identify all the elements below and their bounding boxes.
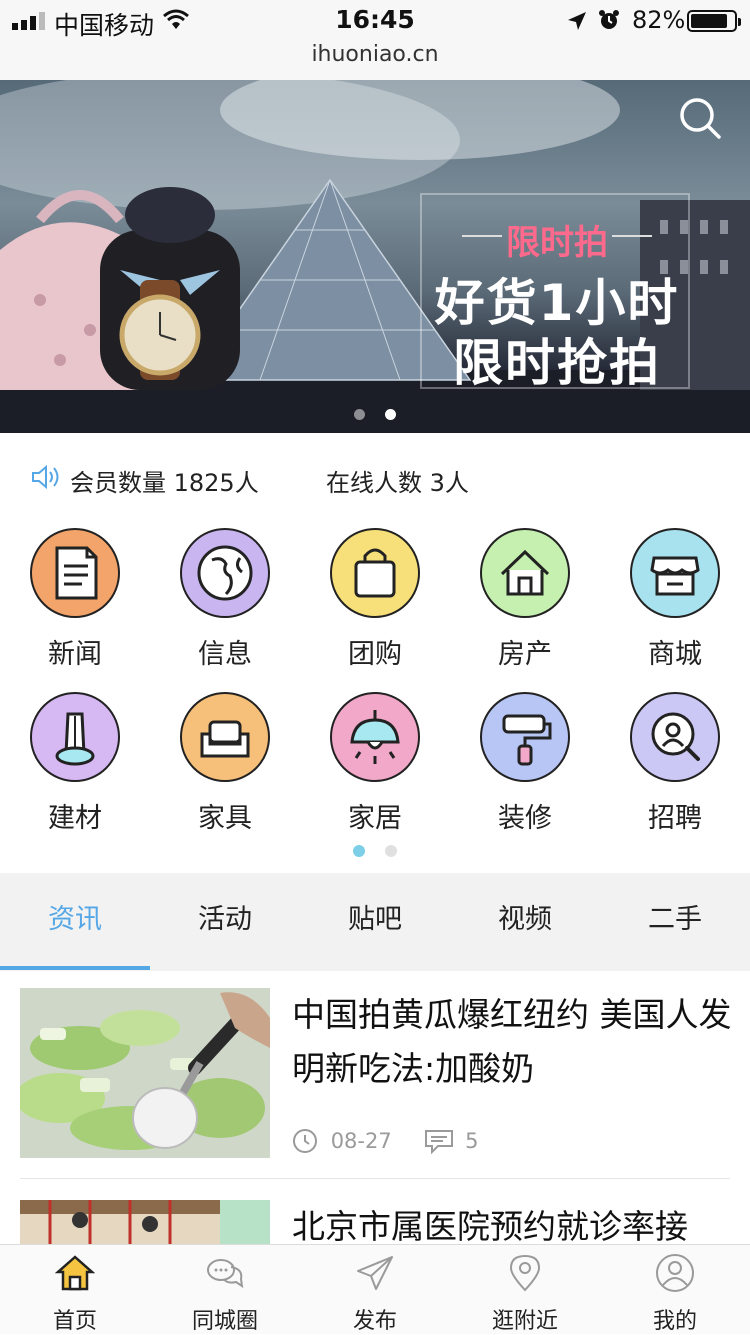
status-bar: 中国移动 16:45 ihuoniao.cn 82%: [0, 0, 750, 80]
category-building-material[interactable]: 建材: [0, 684, 150, 844]
nav-label: 发布: [352, 1309, 397, 1334]
category-furniture[interactable]: 家具: [150, 684, 300, 844]
nav-label: 逛附近: [491, 1309, 558, 1334]
nav-home[interactable]: 首页: [0, 1245, 150, 1335]
search-icon[interactable]: [678, 96, 722, 140]
category-decoration[interactable]: 装修: [450, 684, 600, 844]
globe-icon: [180, 528, 270, 618]
content-tabs: 资讯 活动 贴吧 视频 二手: [0, 873, 750, 971]
news-item[interactable]: 中国拍黄瓜爆红纽约 美国人发明新吃法:加酸奶 08-27 5: [20, 988, 732, 1163]
category-label: 商城: [648, 639, 702, 670]
lamp-icon: [330, 692, 420, 782]
nav-label: 首页: [52, 1309, 97, 1334]
nav-label: 我的: [652, 1309, 697, 1334]
nav-profile[interactable]: 我的: [600, 1245, 750, 1335]
banner-dot[interactable]: [354, 409, 365, 420]
category-pagination: [0, 842, 750, 861]
shopping-bag-icon: [330, 528, 420, 618]
category-label: 建材: [48, 803, 102, 834]
category-home[interactable]: 家居: [300, 684, 450, 844]
category-label: 家具: [198, 803, 252, 834]
bottom-nav: 首页 同城圈 发布 逛附近 我的: [0, 1244, 750, 1334]
promo-banner[interactable]: 限时拍 好货1小时 限时抢拍: [0, 80, 750, 433]
news-thumbnail: [20, 988, 270, 1158]
category-news[interactable]: 新闻: [0, 520, 150, 680]
category-label: 装修: [498, 803, 552, 834]
category-mall[interactable]: 商城: [600, 520, 750, 680]
battery-percent: 82%: [632, 6, 686, 34]
tab-secondhand[interactable]: 二手: [600, 873, 750, 971]
category-label: 家居: [348, 803, 402, 834]
alarm-icon: [599, 10, 619, 29]
page-url[interactable]: ihuoniao.cn: [0, 42, 750, 67]
clock-icon: [293, 1129, 317, 1153]
category-page-dot-active[interactable]: [353, 845, 365, 857]
paint-roller-icon: [480, 692, 570, 782]
news-icon: [30, 528, 120, 618]
active-tab-indicator: [0, 966, 150, 970]
nav-nearby[interactable]: 逛附近: [450, 1245, 600, 1335]
news-item[interactable]: 北京市属医院预约就诊率接: [20, 1200, 730, 1244]
category-label: 招聘: [648, 803, 702, 834]
tab-news[interactable]: 资讯: [0, 873, 150, 971]
banner-dot-active[interactable]: [385, 409, 396, 420]
nav-label: 同城圈: [191, 1309, 258, 1334]
category-recruit[interactable]: 招聘: [600, 684, 750, 844]
location-arrow-icon: [568, 12, 586, 30]
building-material-icon: [30, 692, 120, 782]
stats-bar: 会员数量 1825人 在线人数 3人: [0, 433, 750, 523]
user-icon: [656, 1254, 694, 1292]
home-icon: [55, 1255, 95, 1291]
promo-subheadline: 限时抢拍: [453, 334, 661, 392]
category-label: 团购: [348, 639, 402, 670]
banner-pagination: [0, 405, 750, 424]
news-title[interactable]: 中国拍黄瓜爆红纽约 美国人发明新吃法:加酸奶: [292, 988, 732, 1096]
battery-icon: [687, 10, 741, 32]
divider: [20, 1178, 730, 1179]
category-grid: 新闻 信息 团购 房产 商城 建材 家具 家居 装修 招聘: [0, 520, 750, 850]
category-group-buy[interactable]: 团购: [300, 520, 450, 680]
comment-icon: [425, 1130, 454, 1154]
category-real-estate[interactable]: 房产: [450, 520, 600, 680]
category-label: 信息: [198, 639, 252, 670]
category-label: 新闻: [48, 639, 102, 670]
news-date: 08-27: [330, 1129, 392, 1153]
house-icon: [480, 528, 570, 618]
news-thumbnail: [20, 1200, 270, 1244]
news-meta: 08-27 5: [292, 1128, 478, 1154]
news-title[interactable]: 北京市属医院预约就诊率接: [292, 1200, 730, 1244]
recruit-search-icon: [630, 692, 720, 782]
tab-forum[interactable]: 贴吧: [300, 873, 450, 971]
nav-community[interactable]: 同城圈: [150, 1245, 300, 1335]
sofa-icon: [180, 692, 270, 782]
category-page-dot[interactable]: [385, 845, 397, 857]
promo-rule-right: [612, 235, 652, 237]
promo-tag: 限时拍: [506, 223, 608, 263]
location-pin-icon: [509, 1254, 541, 1292]
nav-publish[interactable]: 发布: [300, 1245, 450, 1335]
tab-events[interactable]: 活动: [150, 873, 300, 971]
news-comment-count: 5: [465, 1129, 479, 1153]
store-icon: [630, 528, 720, 618]
paper-plane-icon: [357, 1256, 393, 1290]
member-count: 会员数量 1825人: [70, 469, 259, 497]
category-label: 房产: [498, 639, 552, 670]
chat-bubbles-icon: [207, 1259, 244, 1289]
tab-video[interactable]: 视频: [450, 873, 600, 971]
online-count: 在线人数 3人: [326, 469, 469, 497]
speaker-icon: [32, 464, 59, 490]
category-info[interactable]: 信息: [150, 520, 300, 680]
promo-text-box: 限时拍 好货1小时 限时抢拍: [420, 193, 690, 392]
